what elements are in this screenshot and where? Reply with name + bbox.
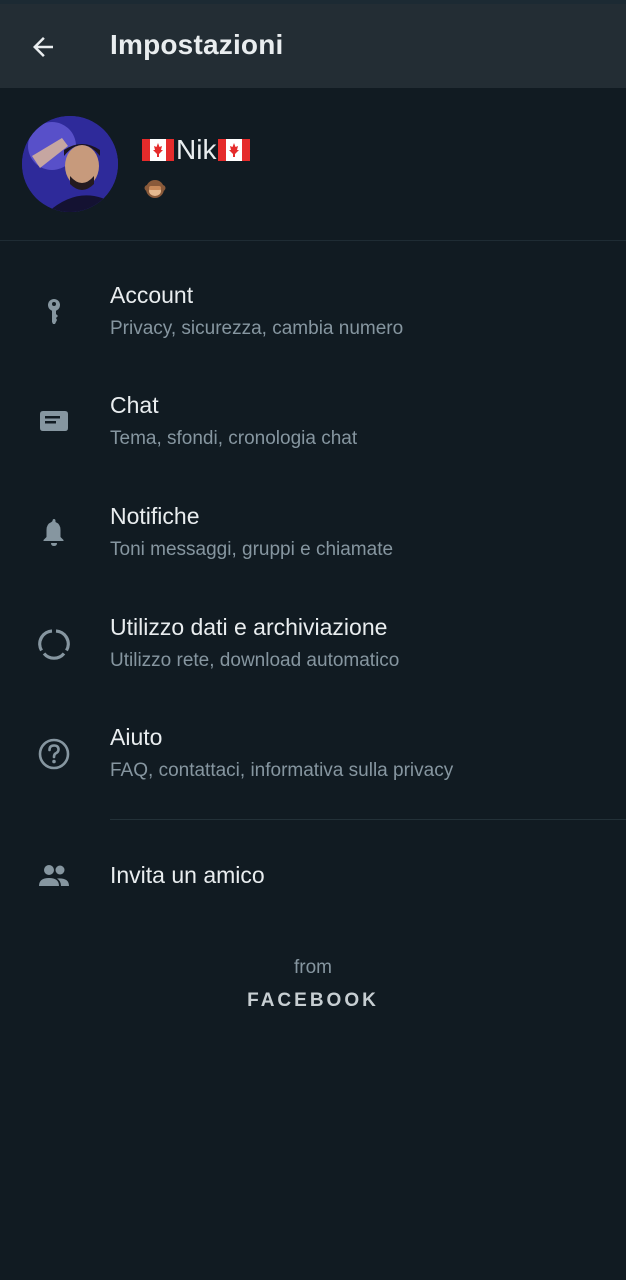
menu-item-title: Chat bbox=[110, 392, 159, 418]
app-bar: Impostazioni bbox=[0, 4, 626, 88]
back-arrow-icon[interactable] bbox=[28, 32, 58, 62]
help-icon bbox=[38, 738, 70, 770]
key-icon bbox=[48, 299, 60, 324]
chat-icon bbox=[40, 411, 68, 431]
facebook-brand-label: FACEBOOK bbox=[247, 990, 379, 1011]
menu-item-chat[interactable]: Chat Tema, sfondi, cronologia chat bbox=[0, 366, 626, 476]
menu-item-subtitle: Toni messaggi, gruppi e chiamate bbox=[110, 539, 394, 560]
menu-item-subtitle: Utilizzo rete, download automatico bbox=[110, 650, 400, 671]
profile-name-text: Nik bbox=[176, 134, 217, 165]
menu-item-title: Notifiche bbox=[110, 503, 200, 529]
profile-divider bbox=[0, 240, 626, 241]
invite-friend-button[interactable]: Invita un amico bbox=[0, 832, 626, 920]
profile-name[interactable]: Nik bbox=[142, 134, 251, 166]
from-label: from bbox=[294, 957, 332, 978]
menu-divider bbox=[110, 819, 626, 820]
profile-row[interactable]: Nik bbox=[0, 88, 626, 240]
bell-icon bbox=[43, 519, 64, 546]
menu-item-title: Account bbox=[110, 282, 194, 308]
menu-item-utilizzo-dati[interactable]: Utilizzo dati e archiviazione Utilizzo r… bbox=[0, 588, 626, 698]
people-icon bbox=[39, 865, 69, 886]
menu-item-aiuto[interactable]: Aiuto FAQ, contattaci, informativa sulla… bbox=[0, 698, 626, 808]
menu-item-subtitle: Privacy, sicurezza, cambia numero bbox=[110, 318, 404, 339]
avatar-photo bbox=[22, 116, 118, 212]
menu-item-title: Utilizzo dati e archiviazione bbox=[110, 614, 388, 640]
invite-label: Invita un amico bbox=[110, 862, 265, 888]
canada-flag-icon bbox=[142, 139, 174, 161]
data-usage-icon bbox=[38, 629, 70, 660]
menu-item-account[interactable]: Account Privacy, sicurezza, cambia numer… bbox=[0, 256, 626, 366]
menu-item-subtitle: FAQ, contattaci, informativa sulla priva… bbox=[110, 760, 454, 781]
menu-item-title: Aiuto bbox=[110, 724, 163, 750]
menu-item-notifiche[interactable]: Notifiche Toni messaggi, gruppi e chiama… bbox=[0, 477, 626, 587]
page-title: Impostazioni bbox=[110, 29, 284, 60]
avatar[interactable] bbox=[22, 116, 118, 212]
canada-flag-icon bbox=[218, 139, 251, 161]
menu-item-subtitle: Tema, sfondi, cronologia chat bbox=[110, 428, 358, 449]
monkey-emoji-icon bbox=[144, 180, 166, 198]
